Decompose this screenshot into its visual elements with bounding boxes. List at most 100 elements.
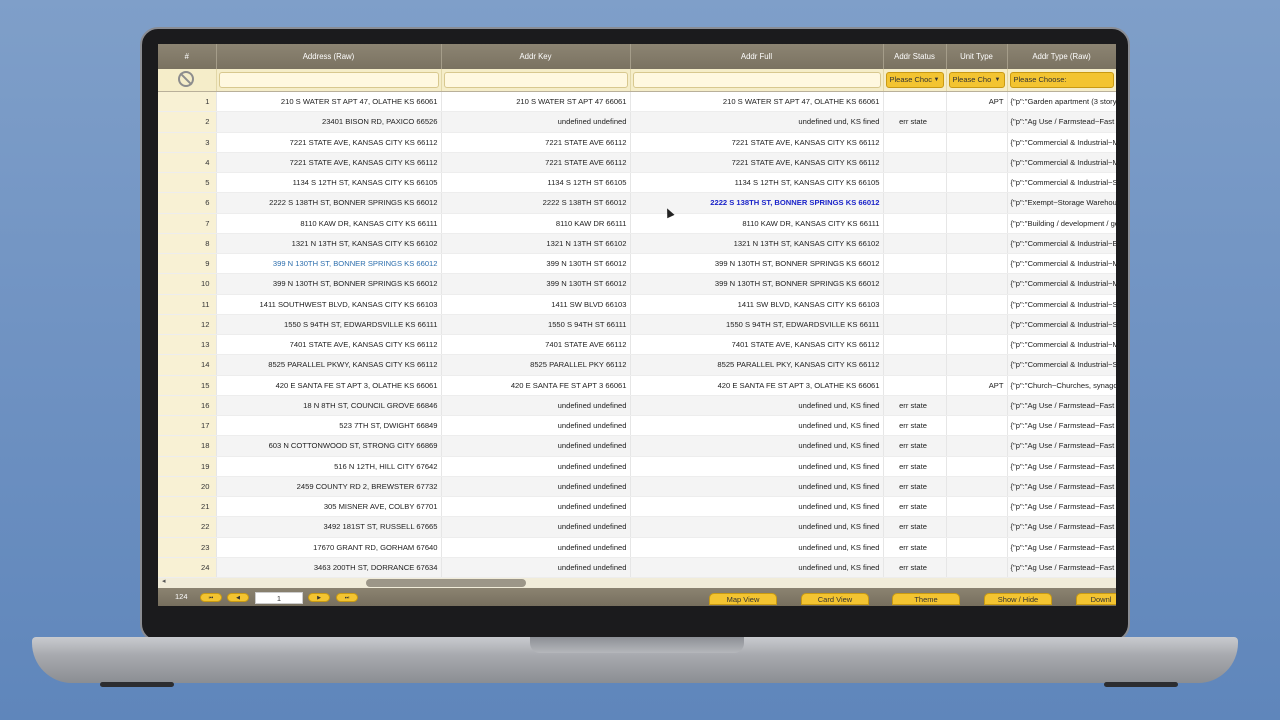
cell-addr-full[interactable]: 210 S WATER ST APT 47, OLATHE KS 66061	[630, 91, 884, 113]
cell-addr-type-raw[interactable]: {"p":"Commercial & Industrial~St	[1007, 172, 1116, 194]
table-row[interactable]: 18 603 N COTTONWOOD ST, STRONG CITY 66869…	[158, 435, 1116, 457]
cell-address-raw[interactable]: 210 S WATER ST APT 47, OLATHE KS 66061	[216, 91, 442, 113]
cell-addr-key[interactable]: 7401 STATE AVE 66112	[441, 334, 631, 356]
row-number[interactable]: 7	[158, 213, 217, 234]
cell-addr-type-raw[interactable]: {"p":"Commercial & Industrial~M	[1007, 273, 1116, 295]
cell-address-raw[interactable]: 8110 KAW DR, KANSAS CITY KS 66111	[216, 213, 442, 234]
cell-addr-status[interactable]: err state	[883, 111, 947, 133]
cell-addr-full[interactable]: undefined und, KS fined	[630, 435, 884, 457]
cell-addr-type-raw[interactable]: {"p":"Commercial & Industrial~E	[1007, 233, 1116, 255]
cell-addr-type-raw[interactable]: {"p":"Commercial & Industrial~M	[1007, 334, 1116, 356]
cell-unit-type[interactable]	[946, 213, 1008, 234]
row-number[interactable]: 20	[158, 476, 217, 498]
table-row[interactable]: 15 420 E SANTA FE ST APT 3, OLATHE KS 660…	[158, 375, 1116, 396]
cell-address-raw[interactable]: 7401 STATE AVE, KANSAS CITY KS 66112	[216, 334, 442, 356]
cell-addr-type-raw[interactable]: {"p":"Ag Use / Farmstead~Fast f	[1007, 435, 1116, 457]
cell-addr-full[interactable]: undefined und, KS fined	[630, 415, 884, 437]
cell-addr-full[interactable]: 399 N 130TH ST, BONNER SPRINGS KS 66012	[630, 273, 884, 295]
cell-addr-key[interactable]: undefined undefined	[441, 537, 631, 558]
cell-address-raw[interactable]: 399 N 130TH ST, BONNER SPRINGS KS 66012	[216, 273, 442, 295]
cell-unit-type[interactable]	[946, 557, 1008, 579]
table-row[interactable]: 14 8525 PARALLEL PKWY, KANSAS CITY KS 661…	[158, 354, 1116, 376]
cell-addr-full[interactable]: 1134 S 12TH ST, KANSAS CITY KS 66105	[630, 172, 884, 194]
cell-unit-type[interactable]	[946, 395, 1008, 417]
row-number[interactable]: 18	[158, 435, 217, 457]
cell-addr-status[interactable]	[883, 314, 947, 336]
table-row[interactable]: 6 2222 S 138TH ST, BONNER SPRINGS KS 6601…	[158, 192, 1116, 214]
table-row[interactable]: 4 7221 STATE AVE, KANSAS CITY KS 66112 722…	[158, 152, 1116, 174]
table-row[interactable]: 13 7401 STATE AVE, KANSAS CITY KS 66112 74…	[158, 334, 1116, 356]
cell-address-raw[interactable]: 305 MISNER AVE, COLBY 67701	[216, 496, 442, 518]
cell-addr-key[interactable]: 2222 S 138TH ST 66012	[441, 192, 631, 214]
scroll-left-icon[interactable]: ◂	[162, 577, 166, 585]
cell-addr-type-raw[interactable]: {"p":"Ag Use / Farmstead~Fast f	[1007, 537, 1116, 558]
table-row[interactable]: 11 1411 SOUTHWEST BLVD, KANSAS CITY KS 66…	[158, 294, 1116, 315]
cell-addr-key[interactable]: undefined undefined	[441, 435, 631, 457]
cell-addr-type-raw[interactable]: {"p":"Church~Churches, synago	[1007, 375, 1116, 396]
filter-addr-type-select[interactable]: Please Choose:	[1009, 72, 1114, 88]
first-page-button[interactable]: ⏮	[200, 593, 222, 602]
last-page-button[interactable]: ⏭	[336, 593, 358, 602]
show-hide-button[interactable]: Show / Hide	[984, 593, 1052, 605]
cell-addr-key[interactable]: 1411 SW BLVD 66103	[441, 294, 631, 315]
cell-address-raw[interactable]: 1134 S 12TH ST, KANSAS CITY KS 66105	[216, 172, 442, 194]
column-header-number[interactable]: #	[158, 44, 217, 69]
cell-addr-key[interactable]: 8525 PARALLEL PKY 66112	[441, 354, 631, 376]
table-row[interactable]: 9 399 N 130TH ST, BONNER SPRINGS KS 66012…	[158, 253, 1116, 275]
cell-addr-full[interactable]: undefined und, KS fined	[630, 516, 884, 538]
cell-unit-type[interactable]	[946, 253, 1008, 275]
table-row[interactable]: 19 516 N 12TH, HILL CITY 67642 undefined u…	[158, 456, 1116, 477]
cell-unit-type[interactable]	[946, 496, 1008, 518]
cell-addr-full[interactable]: 420 E SANTA FE ST APT 3, OLATHE KS 66061	[630, 375, 884, 396]
table-row[interactable]: 3 7221 STATE AVE, KANSAS CITY KS 66112 722…	[158, 132, 1116, 153]
cell-addr-status[interactable]: err state	[883, 435, 947, 457]
cell-addr-type-raw[interactable]: {"p":"Commercial & Industrial~S	[1007, 314, 1116, 336]
cell-unit-type[interactable]: APT	[946, 375, 1008, 396]
cell-addr-status[interactable]: err state	[883, 476, 947, 498]
cell-addr-full[interactable]: undefined und, KS fined	[630, 456, 884, 477]
cell-address-raw[interactable]: 2222 S 138TH ST, BONNER SPRINGS KS 66012	[216, 192, 442, 214]
cell-unit-type[interactable]	[946, 476, 1008, 498]
cell-unit-type[interactable]	[946, 334, 1008, 356]
cell-addr-full[interactable]: undefined und, KS fined	[630, 496, 884, 518]
download-button[interactable]: Downl	[1076, 593, 1116, 605]
cell-addr-status[interactable]	[883, 354, 947, 376]
row-number[interactable]: 9	[158, 253, 217, 275]
row-number[interactable]: 6	[158, 192, 217, 214]
cell-unit-type[interactable]	[946, 435, 1008, 457]
table-row[interactable]: 10 399 N 130TH ST, BONNER SPRINGS KS 6601…	[158, 273, 1116, 295]
cell-addr-key[interactable]: 399 N 130TH ST 66012	[441, 273, 631, 295]
column-header-address-raw[interactable]: Address (Raw)	[216, 44, 442, 69]
cell-unit-type[interactable]	[946, 537, 1008, 558]
cell-addr-status[interactable]	[883, 152, 947, 174]
cell-addr-key[interactable]: 1321 N 13TH ST 66102	[441, 233, 631, 255]
filter-addr-key-input[interactable]	[443, 72, 628, 88]
cell-addr-status[interactable]	[883, 132, 947, 153]
cell-addr-key[interactable]: undefined undefined	[441, 557, 631, 579]
row-number[interactable]: 4	[158, 152, 217, 174]
table-row[interactable]: 20 2459 COUNTY RD 2, BREWSTER 67732 undefi…	[158, 476, 1116, 498]
table-row[interactable]: 24 3463 200TH ST, DORRANCE 67634 undefined…	[158, 557, 1116, 579]
cell-address-raw[interactable]: 17670 GRANT RD, GORHAM 67640	[216, 537, 442, 558]
cell-address-raw[interactable]: 3463 200TH ST, DORRANCE 67634	[216, 557, 442, 579]
row-number[interactable]: 23	[158, 537, 217, 558]
cell-addr-full[interactable]: 1411 SW BLVD, KANSAS CITY KS 66103	[630, 294, 884, 315]
cell-addr-type-raw[interactable]: {"p":"Ag Use / Farmstead~Fast f	[1007, 516, 1116, 538]
cell-addr-key[interactable]: 7221 STATE AVE 66112	[441, 152, 631, 174]
cell-addr-type-raw[interactable]: {"p":"Commercial & Industrial~S	[1007, 294, 1116, 315]
row-number[interactable]: 14	[158, 354, 217, 376]
theme-button[interactable]: Theme	[892, 593, 960, 605]
row-number[interactable]: 3	[158, 132, 217, 153]
cell-addr-status[interactable]: err state	[883, 415, 947, 437]
table-row[interactable]: 17 523 7TH ST, DWIGHT 66849 undefined unde…	[158, 415, 1116, 437]
cell-addr-full[interactable]: undefined und, KS fined	[630, 557, 884, 579]
cell-unit-type[interactable]	[946, 152, 1008, 174]
cell-addr-type-raw[interactable]: {"p":"Exempt~Storage Warehous	[1007, 192, 1116, 214]
cell-addr-status[interactable]	[883, 375, 947, 396]
next-page-button[interactable]: ▶	[308, 593, 330, 602]
cell-addr-status[interactable]	[883, 172, 947, 194]
cell-unit-type[interactable]	[946, 172, 1008, 194]
cell-addr-full[interactable]: undefined und, KS fined	[630, 111, 884, 133]
cell-unit-type[interactable]	[946, 354, 1008, 376]
cell-addr-full[interactable]: 1321 N 13TH ST, KANSAS CITY KS 66102	[630, 233, 884, 255]
